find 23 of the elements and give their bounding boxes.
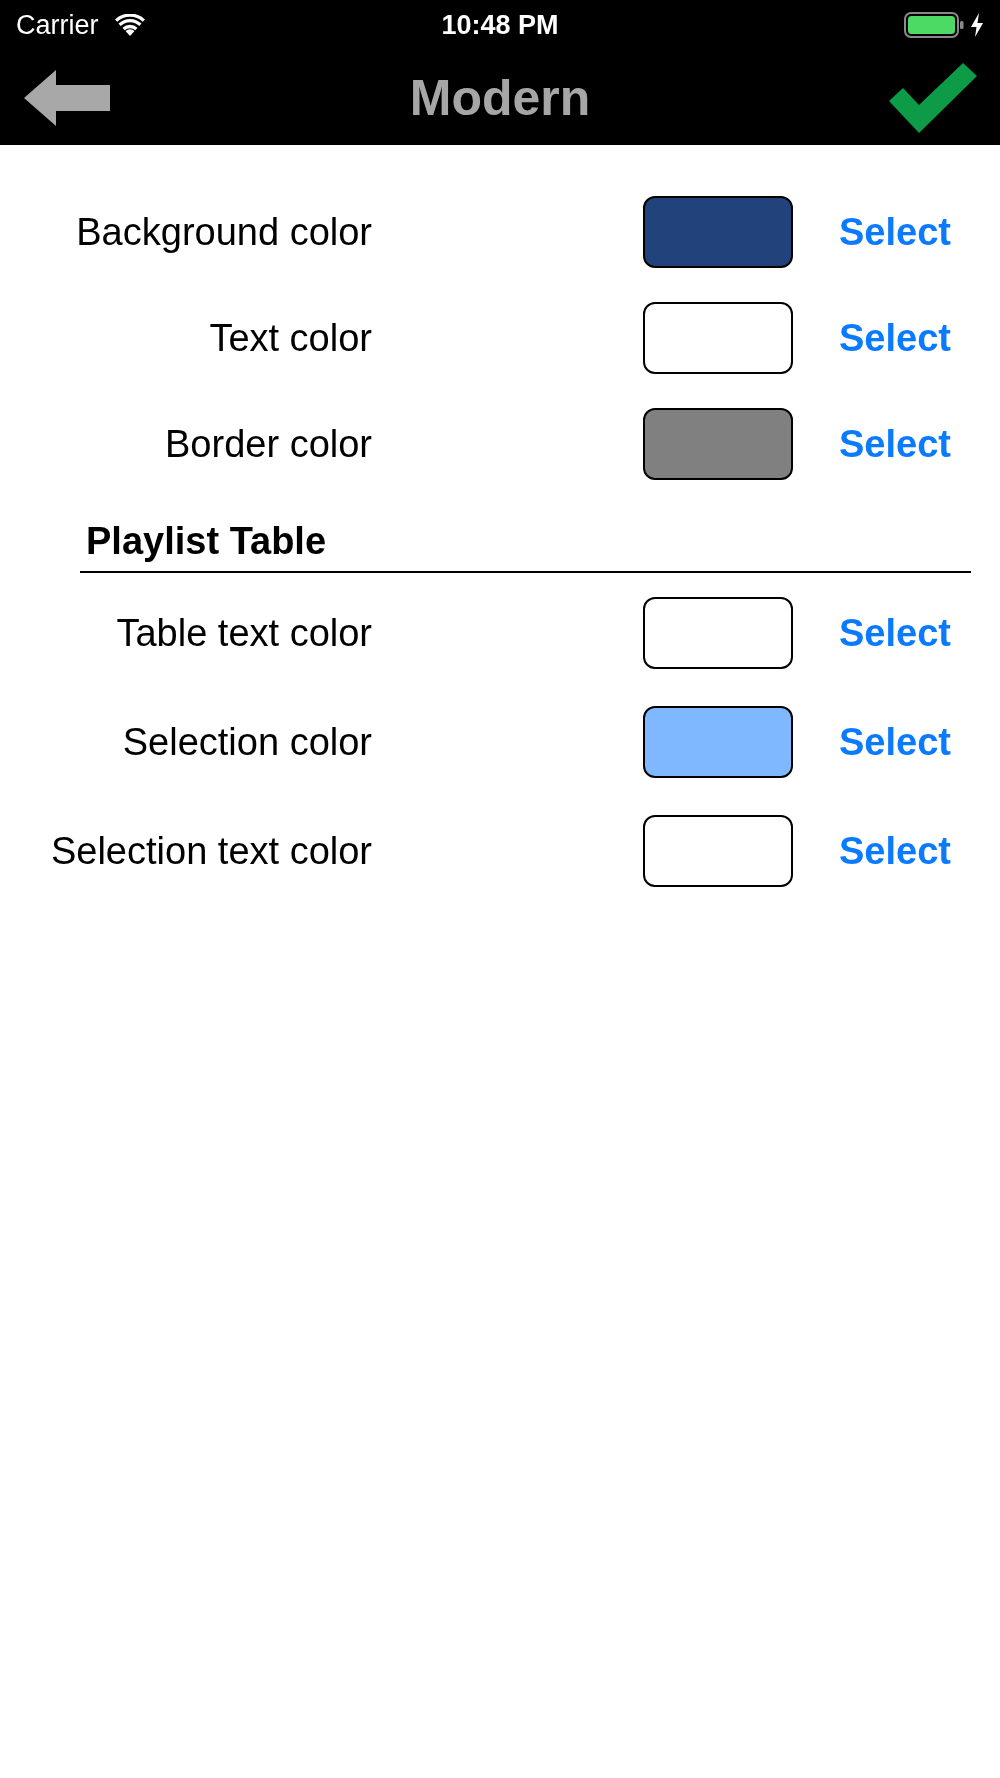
setting-label: Selection color	[121, 723, 372, 761]
checkmark-icon	[889, 62, 977, 133]
setting-label: Table text color	[115, 614, 372, 652]
wifi-icon	[114, 14, 145, 36]
setting-label: Text color	[208, 319, 372, 357]
select-button[interactable]: Select	[839, 213, 951, 251]
select-button[interactable]: Select	[839, 614, 951, 652]
screen-title: Modern	[409, 72, 591, 123]
setting-label: Border color	[164, 425, 372, 463]
back-button[interactable]	[22, 67, 112, 128]
setting-label: Selection text color	[49, 832, 372, 870]
select-button[interactable]: Select	[839, 319, 951, 357]
left-arrow-icon	[24, 69, 110, 126]
done-button[interactable]	[888, 61, 978, 134]
battery-icon	[904, 12, 964, 38]
select-button[interactable]: Select	[839, 723, 951, 761]
section-heading: Playlist Table	[86, 520, 327, 562]
select-button[interactable]: Select	[839, 425, 951, 463]
carrier-name: Carrier	[16, 11, 99, 39]
charging-bolt-icon	[970, 13, 984, 37]
select-button[interactable]: Select	[839, 832, 951, 870]
status-time: 10:48 PM	[441, 11, 559, 39]
setting-label: Background color	[75, 213, 372, 251]
